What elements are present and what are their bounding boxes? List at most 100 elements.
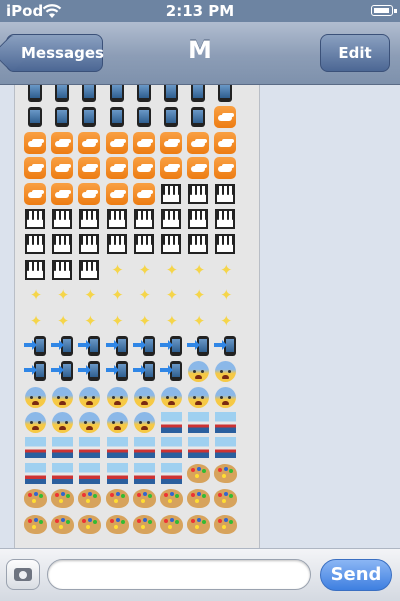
palette-icon bbox=[159, 486, 186, 511]
piano-icon bbox=[186, 182, 213, 207]
ship-icon bbox=[132, 435, 159, 460]
ipad-arrow-icon bbox=[50, 359, 77, 384]
clock: 2:13 PM bbox=[165, 2, 235, 20]
cloud-icon bbox=[77, 131, 104, 156]
fearful-face-icon bbox=[50, 410, 77, 435]
piano-icon bbox=[186, 232, 213, 257]
ipad-arrow-icon bbox=[50, 334, 77, 359]
cloud-icon bbox=[105, 182, 132, 207]
sparkles-icon: ✦ bbox=[138, 311, 152, 330]
piano-icon bbox=[159, 182, 186, 207]
emoji-row bbox=[23, 359, 253, 384]
piano-icon bbox=[77, 258, 104, 283]
cloud-icon bbox=[77, 182, 104, 207]
fearful-face-icon bbox=[77, 385, 104, 410]
ship-icon bbox=[50, 461, 77, 486]
ship-icon bbox=[23, 435, 50, 460]
piano-icon bbox=[105, 207, 132, 232]
sparkles-icon: ✦ bbox=[111, 311, 124, 330]
cloud-icon bbox=[50, 182, 77, 207]
palette-icon bbox=[77, 486, 104, 511]
cloud-icon bbox=[213, 105, 240, 130]
sparkles-icon: ✦ bbox=[138, 260, 152, 279]
emoji-row bbox=[23, 207, 253, 232]
sparkles-icon: ✦ bbox=[29, 311, 43, 330]
palette-icon bbox=[213, 461, 240, 486]
ipad-arrow-icon bbox=[77, 359, 104, 384]
ipad-arrow-icon bbox=[132, 359, 159, 384]
sparkles-icon: ✦ bbox=[111, 260, 124, 279]
ipad-arrow-icon bbox=[213, 334, 240, 359]
sparkles-icon: ✦ bbox=[192, 260, 206, 279]
palette-icon bbox=[105, 512, 132, 537]
send-button[interactable]: Send bbox=[320, 559, 392, 591]
ship-icon bbox=[105, 435, 132, 460]
palette-icon bbox=[213, 486, 240, 511]
ipad-icon bbox=[186, 105, 213, 130]
fearful-face-icon bbox=[213, 385, 240, 410]
battery-icon bbox=[371, 5, 397, 16]
piano-icon bbox=[23, 207, 50, 232]
ipad-icon bbox=[213, 85, 240, 105]
emoji-row bbox=[23, 156, 253, 181]
cloud-icon bbox=[23, 182, 50, 207]
emoji-row bbox=[23, 334, 253, 359]
emoji-row bbox=[23, 435, 253, 460]
edit-button[interactable]: Edit bbox=[320, 34, 390, 72]
fearful-face-icon bbox=[159, 385, 186, 410]
palette-icon bbox=[159, 512, 186, 537]
piano-icon bbox=[213, 232, 240, 257]
ship-icon bbox=[213, 435, 240, 460]
ipad-arrow-icon bbox=[77, 334, 104, 359]
emoji-row bbox=[23, 182, 253, 207]
fearful-face-icon bbox=[105, 410, 132, 435]
ipad-icon bbox=[77, 105, 104, 130]
ipad-icon bbox=[105, 105, 132, 130]
cloud-icon bbox=[159, 156, 186, 181]
ship-icon bbox=[159, 410, 186, 435]
ipad-arrow-icon bbox=[23, 359, 50, 384]
emoji-row bbox=[23, 385, 253, 410]
sparkles-icon: ✦ bbox=[56, 286, 70, 305]
compose-bar: Send bbox=[0, 548, 400, 601]
sparkles-icon: ✦ bbox=[165, 311, 179, 330]
ship-icon bbox=[186, 435, 213, 460]
ipad-icon bbox=[186, 85, 213, 105]
emoji-row bbox=[23, 461, 253, 486]
ipad-arrow-icon bbox=[105, 359, 132, 384]
sparkles-icon: ✦ bbox=[192, 311, 206, 330]
back-button-label: Messages bbox=[21, 44, 104, 62]
cloud-icon bbox=[23, 156, 50, 181]
ipad-icon bbox=[159, 85, 186, 105]
ship-icon bbox=[77, 435, 104, 460]
piano-icon bbox=[77, 207, 104, 232]
palette-icon bbox=[186, 486, 213, 511]
fearful-face-icon bbox=[77, 410, 104, 435]
fearful-face-icon bbox=[105, 385, 132, 410]
message-bubble[interactable]: ✦ ✦ ✦ ✦ ✦ ✦ ✦ ✦ ✦ ✦ ✦ ✦ ✦ ✦ ✦ ✦ ✦ ✦ ✦ ✦ ✦ bbox=[14, 85, 260, 548]
ipad-icon bbox=[132, 85, 159, 105]
ipad-icon bbox=[23, 105, 50, 130]
palette-icon bbox=[213, 512, 240, 537]
fearful-face-icon bbox=[23, 385, 50, 410]
message-thread[interactable]: ✦ ✦ ✦ ✦ ✦ ✦ ✦ ✦ ✦ ✦ ✦ ✦ ✦ ✦ ✦ ✦ ✦ ✦ ✦ ✦ ✦ bbox=[0, 85, 400, 548]
piano-icon bbox=[213, 207, 240, 232]
sparkles-icon: ✦ bbox=[220, 286, 233, 305]
emoji-message-content: ✦ ✦ ✦ ✦ ✦ ✦ ✦ ✦ ✦ ✦ ✦ ✦ ✦ ✦ ✦ ✦ ✦ ✦ ✦ ✦ ✦ bbox=[23, 85, 253, 537]
fearful-face-icon bbox=[132, 385, 159, 410]
ship-icon bbox=[50, 435, 77, 460]
palette-icon bbox=[186, 512, 213, 537]
piano-icon bbox=[159, 207, 186, 232]
camera-button[interactable] bbox=[6, 559, 40, 590]
sparkles-icon: ✦ bbox=[138, 286, 152, 305]
message-input[interactable] bbox=[47, 559, 311, 590]
sparkles-icon: ✦ bbox=[220, 311, 233, 330]
emoji-row bbox=[23, 131, 253, 156]
ipad-icon bbox=[159, 105, 186, 130]
piano-icon bbox=[50, 232, 77, 257]
palette-icon bbox=[132, 512, 159, 537]
sparkles-icon: ✦ bbox=[111, 286, 124, 305]
ipad-arrow-icon bbox=[132, 334, 159, 359]
ship-icon bbox=[159, 435, 186, 460]
sparkles-icon: ✦ bbox=[29, 286, 43, 305]
